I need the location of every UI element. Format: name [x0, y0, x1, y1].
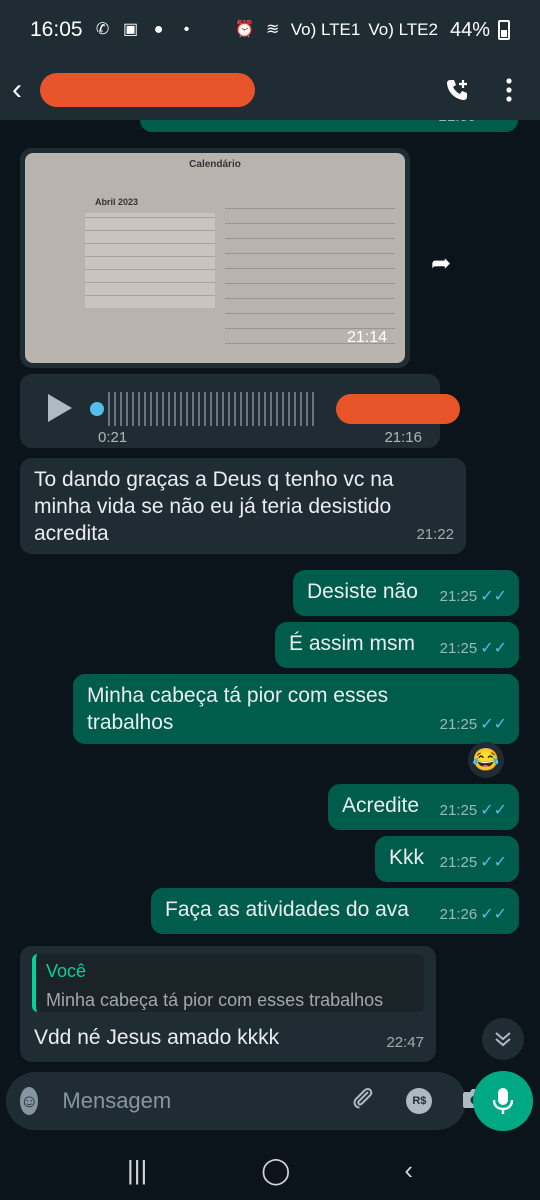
forward-icon[interactable]: ➦: [421, 243, 461, 283]
read-ticks-icon: ✓✓: [480, 588, 507, 605]
contact-name-redacted[interactable]: [40, 73, 255, 107]
chat-area[interactable]: 21:09 ✓✓ Calendário Abril 2023 21:14 ➦ 0…: [0, 120, 540, 1070]
dot-icon: •: [183, 21, 190, 38]
audio-duration: 0:21: [98, 429, 128, 446]
message-text: Faça as atividades do ava: [165, 898, 409, 921]
add-call-icon[interactable]: [444, 77, 470, 103]
message-bubble[interactable]: Kkk 21:25 ✓✓: [375, 836, 519, 882]
home-icon[interactable]: ◯: [261, 1155, 290, 1186]
message-bubble[interactable]: É assim msm 21:25 ✓✓: [275, 622, 519, 668]
message-text: Acredite: [342, 794, 420, 817]
message-composer: ☺ R$: [6, 1072, 488, 1130]
network-1: Vo) LTE1: [290, 20, 361, 39]
message-bubble[interactable]: Desiste não 21:25 ✓✓: [293, 570, 519, 616]
message-bubble[interactable]: Minha cabeça tá pior com esses trabalhos…: [73, 674, 519, 744]
message-time: 22:47: [386, 1034, 424, 1051]
alarm-icon: ⏰: [234, 21, 255, 38]
read-ticks-icon: ✓✓: [480, 716, 507, 733]
message-time: 21:16: [384, 429, 422, 446]
message-time: 21:22: [416, 526, 454, 543]
battery-icon: [498, 20, 510, 40]
message-time: 21:25: [439, 716, 478, 733]
reaction-emoji[interactable]: 😂: [468, 742, 504, 778]
audio-seek-handle[interactable]: [90, 402, 104, 416]
calendar-image[interactable]: Calendário Abril 2023 21:14: [25, 153, 405, 363]
payment-icon[interactable]: R$: [406, 1088, 433, 1114]
wifi-icon: ≋: [266, 21, 280, 38]
audio-avatar-redacted: [336, 394, 460, 424]
reply-message[interactable]: Você Minha cabeça tá pior com esses trab…: [20, 946, 436, 1062]
message-time: 21:25: [439, 854, 478, 871]
back-arrow-icon[interactable]: ‹: [12, 73, 32, 107]
more-vert-icon[interactable]: [506, 78, 512, 102]
system-back-icon[interactable]: ‹: [404, 1155, 413, 1186]
quoted-message[interactable]: Você Minha cabeça tá pior com esses trab…: [32, 954, 424, 1012]
network-2: Vo) LTE2: [368, 20, 438, 39]
chat-header: ‹: [0, 60, 540, 120]
message-bubble[interactable]: Acredite 21:25 ✓✓: [328, 784, 519, 830]
emoji-icon[interactable]: ☺: [20, 1087, 39, 1115]
message-bubble[interactable]: Faça as atividades do ava 21:26 ✓✓: [151, 888, 519, 934]
read-ticks-icon: ✓✓: [480, 802, 507, 819]
image-title: Calendário: [189, 159, 241, 170]
play-icon[interactable]: [48, 394, 72, 422]
message-time: 21:14: [346, 329, 387, 346]
message-bubble[interactable]: To dando graças a Deus q tenho vc na min…: [20, 458, 466, 554]
message-time: 21:25: [439, 802, 478, 819]
message-text: Minha cabeça tá pior com esses trabalhos: [87, 684, 389, 734]
attach-icon[interactable]: [350, 1085, 376, 1117]
status-bar: 16:05 ✆ ▣ ● • ⏰ ≋ Vo) LTE1 Vo) LTE2 44%: [0, 0, 540, 60]
read-ticks-icon: ✓✓: [480, 640, 507, 657]
recent-apps-icon[interactable]: |||: [127, 1155, 147, 1186]
message-time: 21:25: [439, 640, 478, 657]
message-text: Kkk: [389, 846, 425, 869]
message-time: 21:26: [439, 906, 478, 923]
read-ticks-icon: ✓✓: [479, 120, 506, 130]
message-time: 21:09: [439, 120, 477, 130]
status-time: 16:05: [30, 18, 83, 41]
gallery-icon: ▣: [123, 21, 139, 38]
system-nav-bar: ||| ◯ ‹: [0, 1140, 540, 1200]
battery-level: 44%: [449, 18, 490, 41]
message-bubble[interactable]: 21:09 ✓✓: [140, 120, 518, 132]
scroll-down-icon[interactable]: [482, 1018, 524, 1060]
message-input[interactable]: [62, 1088, 351, 1114]
message-text: Desiste não: [307, 580, 418, 603]
read-ticks-icon: ✓✓: [480, 906, 507, 923]
message-text: To dando graças a Deus q tenho vc na min…: [34, 468, 394, 545]
message-text: Vdd né Jesus amado kkkk: [34, 1026, 280, 1049]
quote-text: Minha cabeça tá pior com esses trabalhos: [46, 990, 384, 1010]
quote-author: Você: [46, 961, 87, 981]
image-month: Abril 2023: [95, 197, 139, 207]
image-message[interactable]: Calendário Abril 2023 21:14: [20, 148, 410, 368]
audio-waveform[interactable]: [108, 392, 318, 426]
message-text: É assim msm: [289, 632, 415, 655]
message-time: 21:25: [439, 588, 478, 605]
whatsapp-icon: ✆: [95, 21, 110, 38]
read-ticks-icon: ✓✓: [480, 854, 507, 871]
mic-icon[interactable]: [473, 1071, 533, 1131]
account-icon: ●: [153, 21, 164, 38]
calendar-grid: [85, 213, 215, 308]
